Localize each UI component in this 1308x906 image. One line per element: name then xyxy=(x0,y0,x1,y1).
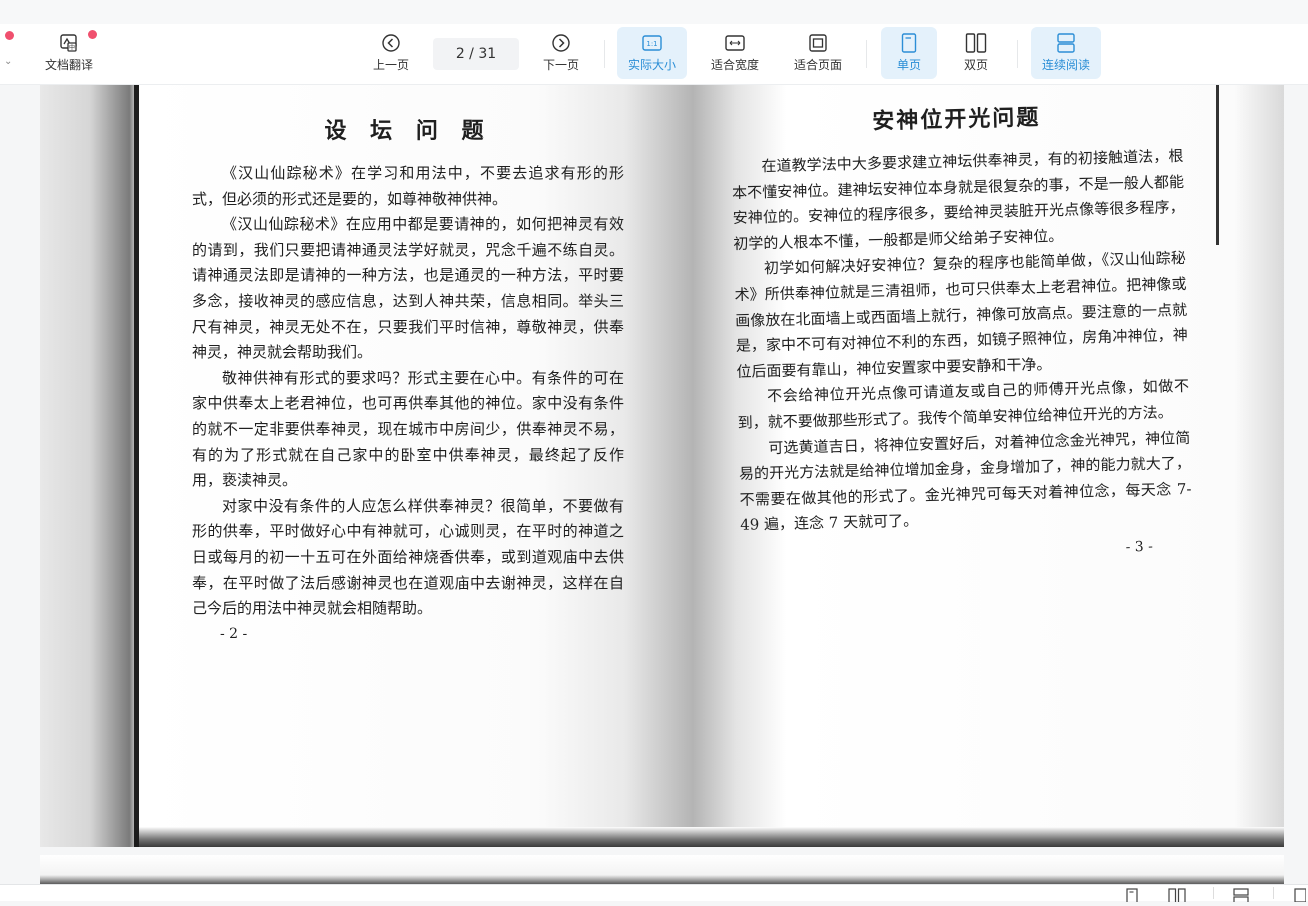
status-divider xyxy=(1213,887,1214,899)
next-page-button[interactable]: 下一页 xyxy=(535,24,587,84)
left-paragraph: 敬神供神有形式的要求吗？形式主要在心中。有条件的可在家中供奉太上老君神位，也可再… xyxy=(192,368,624,490)
actual-size-icon: 1:1 xyxy=(642,32,662,54)
left-paragraph: 对家中没有条件的人应怎么样供奉神灵？很简单，不要做有形的供奉，平时做好心中有神就… xyxy=(192,496,624,618)
right-page-title: 安神位开光问题 xyxy=(872,104,1041,135)
double-page-icon[interactable] xyxy=(1168,887,1186,906)
fit-page-icon[interactable] xyxy=(1294,887,1307,906)
left-page-number: - 2 - xyxy=(220,625,248,642)
right-page: 安神位开光问题 在道教学法中大多要求建立神坛供奉神灵，有的初接触道法，根本不懂安… xyxy=(730,96,1193,565)
continuous-read-icon[interactable] xyxy=(1233,887,1249,906)
notification-dot xyxy=(5,31,14,40)
svg-text:中: 中 xyxy=(69,44,75,52)
fit-width-button[interactable]: 适合宽度 xyxy=(702,24,768,84)
single-page-label: 单页 xyxy=(896,58,921,72)
single-page-icon xyxy=(901,32,917,54)
single-page-icon[interactable] xyxy=(1126,887,1138,906)
toolbar-divider xyxy=(1017,40,1018,68)
left-paragraph: 《汉山仙踪秘术》在应用中都是要请神的，如何把神灵有效的请到，我们只要把请神通灵法… xyxy=(192,215,624,362)
page-edge xyxy=(1216,85,1219,245)
toolbar-divider xyxy=(866,40,867,68)
binding-shadow xyxy=(134,85,139,847)
scanned-page-spread: 设 坛 问 题 《汉山仙踪秘术》在学习和用法中，不要去追求有形的形式，但必须的形… xyxy=(40,85,1284,847)
document-viewer[interactable]: 设 坛 问 题 《汉山仙踪秘术》在学习和用法中，不要去追求有形的形式，但必须的形… xyxy=(0,85,1308,885)
left-page-title: 设 坛 问 题 xyxy=(324,118,492,144)
right-paragraph: 可选黄道吉日，将神位安置好后，对着神位念金光神咒，神位简易的开光方法就是给神位增… xyxy=(738,428,1192,535)
status-divider xyxy=(1273,887,1274,899)
fit-width-icon xyxy=(725,32,745,54)
chevron-left-circle-icon xyxy=(381,32,401,54)
left-paragraph: 《汉山仙踪秘术》在学习和用法中，不要去追求有形的形式，但必须的形式还是要的，如尊… xyxy=(192,164,624,208)
translate-icon: 中 xyxy=(59,32,79,54)
left-page: 设 坛 问 题 《汉山仙踪秘术》在学习和用法中，不要去追求有形的形式，但必须的形… xyxy=(192,113,624,642)
actual-size-label: 实际大小 xyxy=(627,58,676,72)
right-paragraph: 初学如何解决好安神位？复杂的程序也能简单做，《汉山仙踪秘术》所供奉神位就是三清祖… xyxy=(734,249,1188,381)
right-paragraph: 在道教学法中大多要求建立神坛供奉神灵，有的初接触道法，根本不懂安神位。建神坛安神… xyxy=(731,146,1185,253)
continuous-read-icon xyxy=(1056,32,1076,54)
single-page-button[interactable]: 单页 xyxy=(881,27,937,79)
fit-page-button[interactable]: 适合页面 xyxy=(785,24,851,84)
prev-page-label: 上一页 xyxy=(372,58,409,72)
doc-translate-label: 文档翻译 xyxy=(44,58,93,72)
window-top-strip xyxy=(0,0,1308,24)
bottom-status-bar xyxy=(0,884,1308,904)
next-page-label: 下一页 xyxy=(542,58,579,72)
fit-page-label: 适合页面 xyxy=(793,58,842,72)
right-page-number: - 3 - xyxy=(1125,538,1154,556)
double-page-button[interactable]: 双页 xyxy=(950,24,1002,84)
doc-translate-button[interactable]: 中 文档翻译 xyxy=(38,24,100,84)
fit-width-label: 适合宽度 xyxy=(710,58,759,72)
viewer-toolbar: ⌄ 中 文档翻译 上一页 2 / 31 下一页 1:1 实际大小 适合宽度 适合… xyxy=(0,24,1308,85)
actual-size-button[interactable]: 1:1 实际大小 xyxy=(617,27,687,79)
continuous-read-label: 连续阅读 xyxy=(1041,58,1090,72)
chevron-right-circle-icon xyxy=(551,32,571,54)
chevron-down-icon[interactable]: ⌄ xyxy=(4,56,12,67)
prev-page-button[interactable]: 上一页 xyxy=(365,24,417,84)
toolbar-divider xyxy=(604,40,605,68)
page-number-input[interactable]: 2 / 31 xyxy=(433,38,519,70)
continuous-read-button[interactable]: 连续阅读 xyxy=(1031,27,1101,79)
next-page-preview xyxy=(40,855,1284,885)
double-page-icon xyxy=(965,32,987,54)
svg-text:1:1: 1:1 xyxy=(646,40,657,48)
fit-page-icon xyxy=(808,32,828,54)
double-page-label: 双页 xyxy=(963,58,988,72)
page-bottom-shadow xyxy=(139,827,1284,847)
